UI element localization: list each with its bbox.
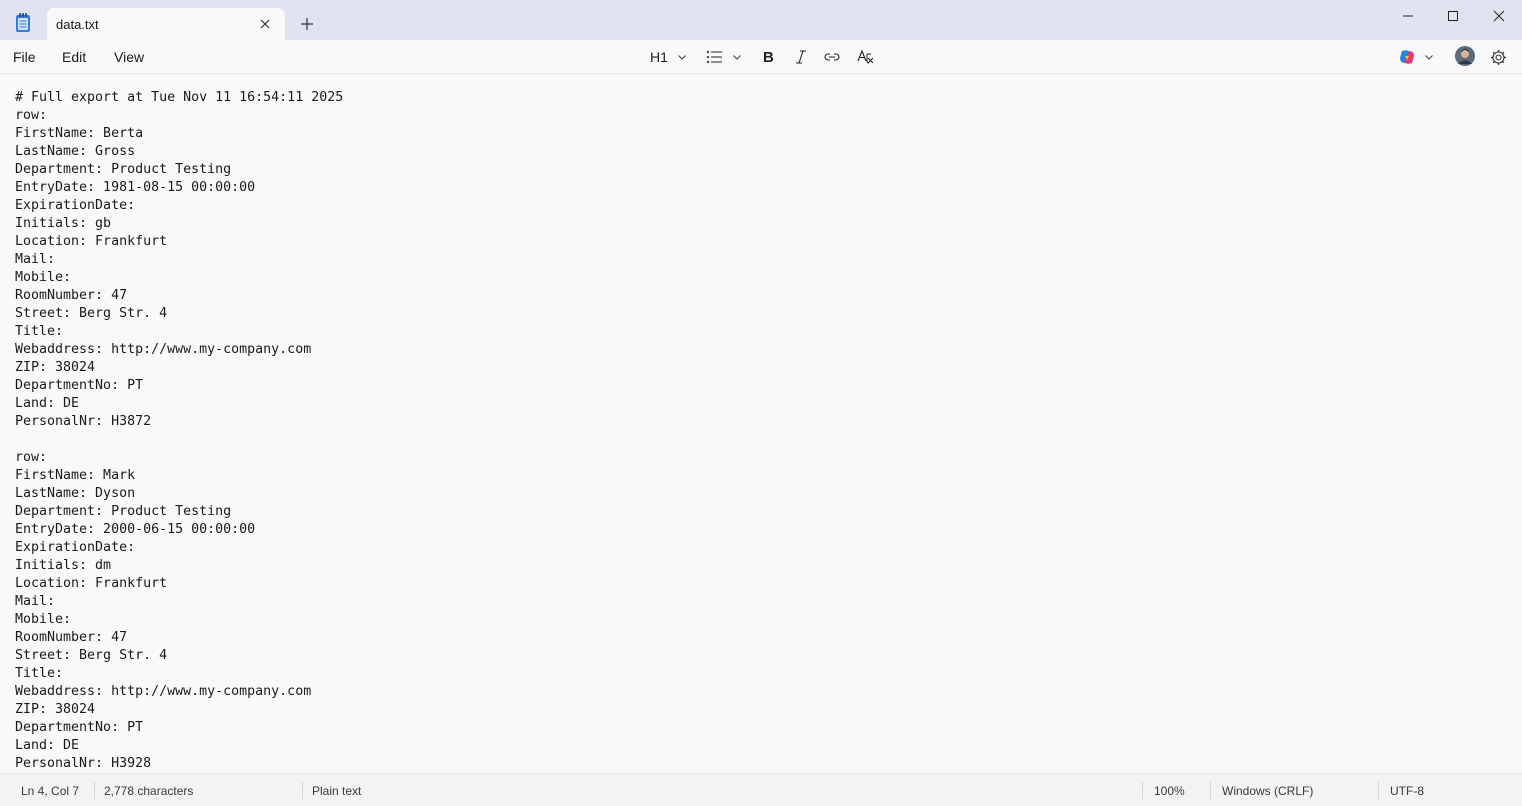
editor-line[interactable]: ExpirationDate: xyxy=(15,197,343,215)
clear-formatting-icon xyxy=(857,49,874,64)
link-button[interactable] xyxy=(823,46,841,68)
editor-line[interactable]: ZIP: 38024 xyxy=(15,359,343,377)
close-icon xyxy=(1493,10,1505,22)
status-divider xyxy=(1142,782,1143,799)
editor-line[interactable]: Street: Berg Str. 4 xyxy=(15,305,343,323)
editor-line[interactable]: ZIP: 38024 xyxy=(15,701,343,719)
chevron-down-icon xyxy=(1425,55,1433,60)
menu-file[interactable]: File xyxy=(13,49,36,65)
editor-line[interactable]: ExpirationDate: xyxy=(15,539,343,557)
title-bar: data.txt xyxy=(0,0,1522,41)
chevron-down-icon xyxy=(678,55,686,60)
editor-line[interactable]: Mobile: xyxy=(15,269,343,287)
plus-icon xyxy=(301,18,313,30)
editor-line[interactable]: Location: Frankfurt xyxy=(15,233,343,251)
editor-line[interactable]: Title: xyxy=(15,323,343,341)
svg-text:B: B xyxy=(763,49,774,65)
copilot-icon xyxy=(1400,50,1414,64)
tab-title: data.txt xyxy=(56,17,99,32)
editor-line[interactable]: Mail: xyxy=(15,251,343,269)
editor-line[interactable]: row: xyxy=(15,107,343,125)
list-icon xyxy=(706,50,722,64)
editor-line[interactable]: Mail: xyxy=(15,593,343,611)
italic-icon xyxy=(796,50,806,64)
gear-icon xyxy=(1491,49,1506,65)
editor-line[interactable]: EntryDate: 2000-06-15 00:00:00 xyxy=(15,521,343,539)
editor-line[interactable]: Department: Product Testing xyxy=(15,161,343,179)
avatar[interactable] xyxy=(1455,45,1475,67)
editor-line[interactable]: RoomNumber: 47 xyxy=(15,629,343,647)
menu-view[interactable]: View xyxy=(114,49,144,65)
editor-line[interactable]: DepartmentNo: PT xyxy=(15,377,343,395)
file-format[interactable]: Plain text xyxy=(312,784,361,798)
editor-line[interactable]: Street: Berg Str. 4 xyxy=(15,647,343,665)
status-divider xyxy=(1210,782,1211,799)
editor-area[interactable]: # Full export at Tue Nov 11 16:54:11 202… xyxy=(0,75,1522,773)
editor-line[interactable]: RoomNumber: 47 xyxy=(15,287,343,305)
bold-button[interactable]: B xyxy=(760,46,776,68)
editor-line[interactable]: FirstName: Mark xyxy=(15,467,343,485)
editor-line[interactable]: PersonalNr: H3928 xyxy=(15,755,343,773)
clear-formatting-button[interactable] xyxy=(857,46,875,68)
cursor-position: Ln 4, Col 7 xyxy=(21,784,80,798)
close-window-button[interactable] xyxy=(1476,0,1522,32)
editor-line[interactable]: LastName: Dyson xyxy=(15,485,343,503)
settings-button[interactable] xyxy=(1490,46,1507,68)
zoom-level[interactable]: 100% xyxy=(1154,784,1185,798)
encoding[interactable]: UTF-8 xyxy=(1390,784,1424,798)
list-dropdown[interactable] xyxy=(706,46,742,68)
editor-line[interactable]: EntryDate: 1981-08-15 00:00:00 xyxy=(15,179,343,197)
new-tab-button[interactable] xyxy=(298,15,316,33)
minimize-button[interactable] xyxy=(1385,0,1431,32)
heading-dropdown[interactable]: H1 xyxy=(650,46,687,68)
status-divider xyxy=(302,782,303,799)
editor-line[interactable]: Initials: gb xyxy=(15,215,343,233)
chevron-down-icon xyxy=(733,55,741,60)
copilot-button[interactable] xyxy=(1398,46,1434,68)
maximize-button[interactable] xyxy=(1430,0,1476,32)
editor-line[interactable]: PersonalNr: H3872 xyxy=(15,413,343,431)
editor-line[interactable]: LastName: Gross xyxy=(15,143,343,161)
editor-line[interactable]: Location: Frankfurt xyxy=(15,575,343,593)
status-divider xyxy=(94,782,95,799)
heading-label: H1 xyxy=(650,49,668,65)
editor-line[interactable]: Department: Product Testing xyxy=(15,503,343,521)
editor-line[interactable]: Webaddress: http://www.my-company.com xyxy=(15,683,343,701)
editor-line[interactable]: Land: DE xyxy=(15,737,343,755)
document-tab[interactable]: data.txt xyxy=(47,8,285,41)
editor-line[interactable]: Webaddress: http://www.my-company.com xyxy=(15,341,343,359)
bold-icon: B xyxy=(763,49,774,65)
status-divider xyxy=(1378,782,1379,799)
editor-text[interactable]: # Full export at Tue Nov 11 16:54:11 202… xyxy=(15,89,343,773)
editor-line[interactable]: Initials: dm xyxy=(15,557,343,575)
close-icon[interactable] xyxy=(258,17,272,31)
minimize-icon xyxy=(1403,15,1413,17)
editor-line[interactable]: DepartmentNo: PT xyxy=(15,719,343,737)
menu-bar: File Edit View H1 B xyxy=(0,40,1522,74)
editor-line[interactable]: Title: xyxy=(15,665,343,683)
character-count: 2,778 characters xyxy=(104,784,194,798)
italic-button[interactable] xyxy=(793,46,809,68)
status-bar: Ln 4, Col 7 2,778 characters Plain text … xyxy=(0,773,1522,806)
link-icon xyxy=(824,53,840,61)
editor-line[interactable]: FirstName: Berta xyxy=(15,125,343,143)
menu-edit[interactable]: Edit xyxy=(62,49,86,65)
editor-line[interactable] xyxy=(15,431,343,449)
editor-line[interactable]: # Full export at Tue Nov 11 16:54:11 202… xyxy=(15,89,343,107)
notepad-icon xyxy=(14,12,32,34)
line-ending[interactable]: Windows (CRLF) xyxy=(1222,784,1313,798)
editor-line[interactable]: row: xyxy=(15,449,343,467)
editor-line[interactable]: Mobile: xyxy=(15,611,343,629)
editor-line[interactable]: Land: DE xyxy=(15,395,343,413)
maximize-icon xyxy=(1448,11,1458,21)
